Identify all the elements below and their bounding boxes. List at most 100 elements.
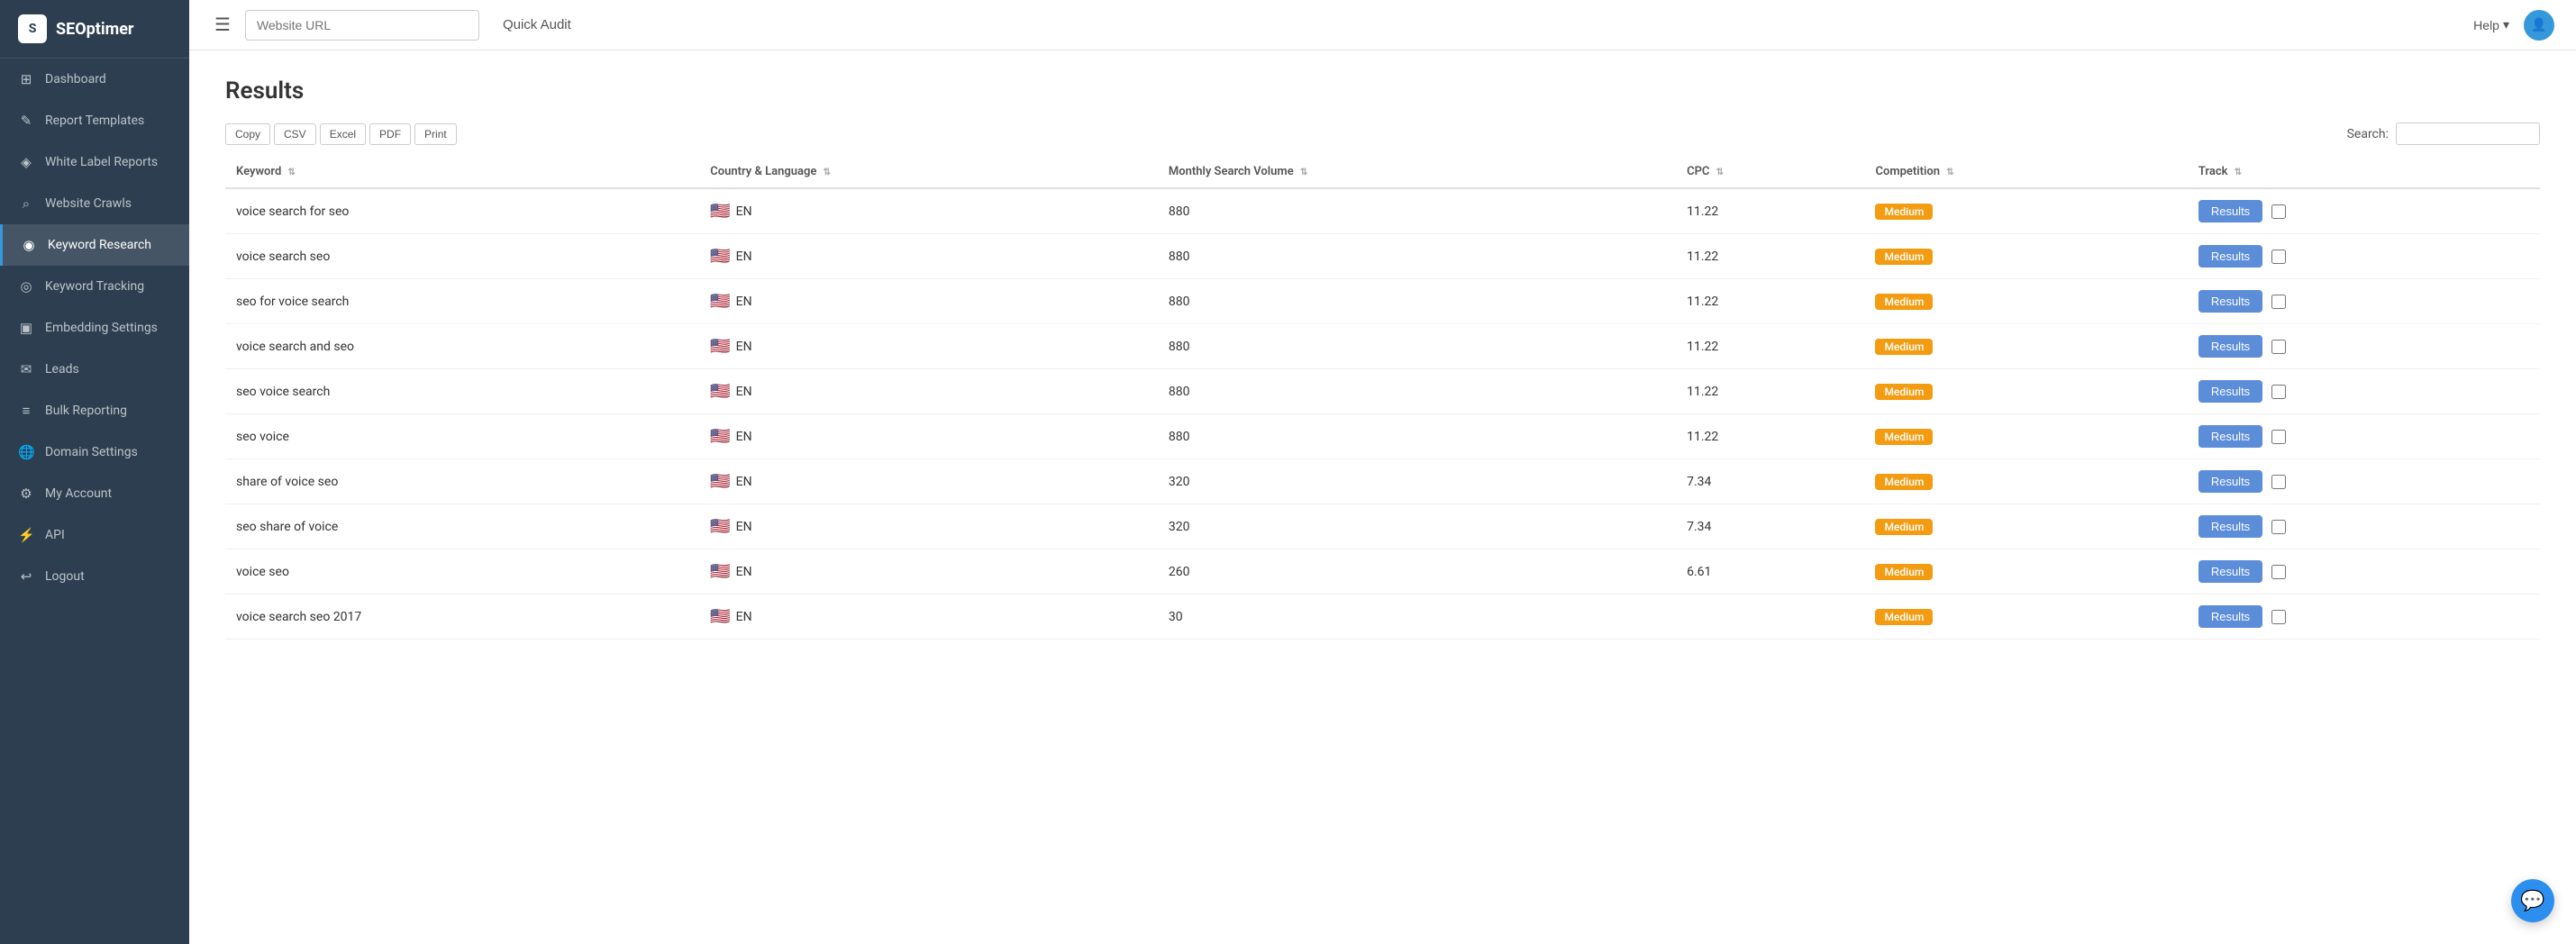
sidebar-item-api[interactable]: ⚡ API <box>0 514 189 556</box>
results-button[interactable]: Results <box>2198 380 2262 403</box>
table-row: voice search seo 2017 🇺🇸 EN 30 Medium Re… <box>225 595 2540 640</box>
results-button[interactable]: Results <box>2198 335 2262 358</box>
track-cell: Results <box>2188 595 2540 640</box>
track-checkbox[interactable] <box>2271 385 2286 399</box>
sidebar-label-white-label: White Label Reports <box>45 155 158 169</box>
url-input[interactable] <box>245 10 479 41</box>
sidebar-item-website-crawls[interactable]: ⌕ Website Crawls <box>0 183 189 224</box>
sidebar-item-logout[interactable]: ↩ Logout <box>0 556 189 597</box>
api-icon: ⚡ <box>18 527 34 543</box>
results-button[interactable]: Results <box>2198 560 2262 583</box>
sidebar-label-domain-settings: Domain Settings <box>45 445 138 459</box>
competition-cell: Medium <box>1864 549 2187 595</box>
track-checkbox[interactable] <box>2271 340 2286 354</box>
excel-button[interactable]: Excel <box>320 123 366 145</box>
topbar: ☰ Quick Audit Help ▾ 👤 <box>189 0 2576 50</box>
sidebar-item-embedding-settings[interactable]: ▣ Embedding Settings <box>0 307 189 349</box>
track-checkbox[interactable] <box>2271 610 2286 624</box>
print-button[interactable]: Print <box>414 123 457 145</box>
country-cell: 🇺🇸 EN <box>699 549 1158 595</box>
white-label-icon: ◈ <box>18 154 34 170</box>
table-row: seo voice search 🇺🇸 EN 880 11.22 Medium … <box>225 369 2540 414</box>
copy-button[interactable]: Copy <box>225 123 270 145</box>
table-row: voice search and seo 🇺🇸 EN 880 11.22 Med… <box>225 324 2540 369</box>
keyword-cell: seo share of voice <box>225 504 699 549</box>
chat-bubble[interactable]: 💬 <box>2511 879 2554 922</box>
sidebar-item-white-label[interactable]: ◈ White Label Reports <box>0 141 189 183</box>
sidebar-item-my-account[interactable]: ⚙ My Account <box>0 473 189 514</box>
sidebar: S SEOptimer ⊞ Dashboard✎ Report Template… <box>0 0 189 944</box>
user-avatar[interactable]: 👤 <box>2524 10 2554 41</box>
table-actions: CopyCSVExcelPDFPrint Search: <box>225 123 2540 145</box>
keyword-cell: seo voice search <box>225 369 699 414</box>
volume-cell: 320 <box>1158 504 1676 549</box>
results-button[interactable]: Results <box>2198 605 2262 628</box>
cpc-cell: 11.22 <box>1676 369 1864 414</box>
sidebar-label-keyword-tracking: Keyword Tracking <box>45 279 144 294</box>
results-table: Keyword ⇅Country & Language ⇅Monthly Sea… <box>225 156 2540 640</box>
sidebar-item-keyword-tracking[interactable]: ◎ Keyword Tracking <box>0 266 189 307</box>
track-cell: Results <box>2188 369 2540 414</box>
keyword-tracking-icon: ◎ <box>18 278 34 295</box>
embedding-settings-icon: ▣ <box>18 320 34 336</box>
sidebar-item-domain-settings[interactable]: 🌐 Domain Settings <box>0 431 189 473</box>
country-cell: 🇺🇸 EN <box>699 369 1158 414</box>
track-checkbox[interactable] <box>2271 250 2286 264</box>
results-button[interactable]: Results <box>2198 470 2262 493</box>
table-row: voice search for seo 🇺🇸 EN 880 11.22 Med… <box>225 188 2540 234</box>
sidebar-item-dashboard[interactable]: ⊞ Dashboard <box>0 59 189 100</box>
flag-icon: 🇺🇸 <box>710 382 730 401</box>
flag-icon: 🇺🇸 <box>710 427 730 446</box>
competition-cell: Medium <box>1864 595 2187 640</box>
sort-icon: ⇅ <box>1300 168 1307 177</box>
track-checkbox[interactable] <box>2271 520 2286 534</box>
results-button[interactable]: Results <box>2198 425 2262 448</box>
lang-code: EN <box>736 430 752 444</box>
sidebar-item-leads[interactable]: ✉ Leads <box>0 349 189 390</box>
sidebar-label-api: API <box>45 528 65 542</box>
pdf-button[interactable]: PDF <box>369 123 411 145</box>
track-cell: Results <box>2188 324 2540 369</box>
results-button[interactable]: Results <box>2198 245 2262 268</box>
country-cell: 🇺🇸 EN <box>699 279 1158 324</box>
keyword-cell: share of voice seo <box>225 459 699 504</box>
results-button[interactable]: Results <box>2198 200 2262 222</box>
flag-icon: 🇺🇸 <box>710 517 730 536</box>
website-crawls-icon: ⌕ <box>18 195 34 212</box>
track-checkbox[interactable] <box>2271 475 2286 489</box>
lang-code: EN <box>736 204 752 219</box>
competition-badge: Medium <box>1875 294 1933 310</box>
sidebar-item-keyword-research[interactable]: ◉ Keyword Research <box>0 224 189 266</box>
sidebar-item-report-templates[interactable]: ✎ Report Templates <box>0 100 189 141</box>
sort-icon: ⇅ <box>1946 168 1953 177</box>
keyword-research-icon: ◉ <box>21 237 37 253</box>
competition-cell: Medium <box>1864 414 2187 459</box>
table-row: share of voice seo 🇺🇸 EN 320 7.34 Medium… <box>225 459 2540 504</box>
lang-code: EN <box>736 610 752 624</box>
country-cell: 🇺🇸 EN <box>699 595 1158 640</box>
help-button[interactable]: Help ▾ <box>2473 17 2509 32</box>
search-input[interactable] <box>2396 123 2540 145</box>
track-cell: Results <box>2188 549 2540 595</box>
hamburger-button[interactable]: ☰ <box>211 10 234 40</box>
track-checkbox[interactable] <box>2271 430 2286 444</box>
sidebar-label-dashboard: Dashboard <box>45 72 106 86</box>
cpc-cell: 7.34 <box>1676 459 1864 504</box>
country-cell: 🇺🇸 EN <box>699 459 1158 504</box>
my-account-icon: ⚙ <box>18 486 34 502</box>
flag-icon: 🇺🇸 <box>710 247 730 266</box>
track-checkbox[interactable] <box>2271 204 2286 219</box>
csv-button[interactable]: CSV <box>274 123 316 145</box>
track-checkbox[interactable] <box>2271 295 2286 309</box>
track-checkbox[interactable] <box>2271 565 2286 579</box>
lang-code: EN <box>736 385 752 399</box>
competition-cell: Medium <box>1864 234 2187 279</box>
results-button[interactable]: Results <box>2198 290 2262 313</box>
sidebar-item-bulk-reporting[interactable]: ≡ Bulk Reporting <box>0 390 189 431</box>
results-button[interactable]: Results <box>2198 515 2262 538</box>
quick-audit-button[interactable]: Quick Audit <box>490 10 584 40</box>
volume-cell: 260 <box>1158 549 1676 595</box>
volume-cell: 880 <box>1158 414 1676 459</box>
competition-badge: Medium <box>1875 249 1933 265</box>
cpc-cell: 6.61 <box>1676 549 1864 595</box>
